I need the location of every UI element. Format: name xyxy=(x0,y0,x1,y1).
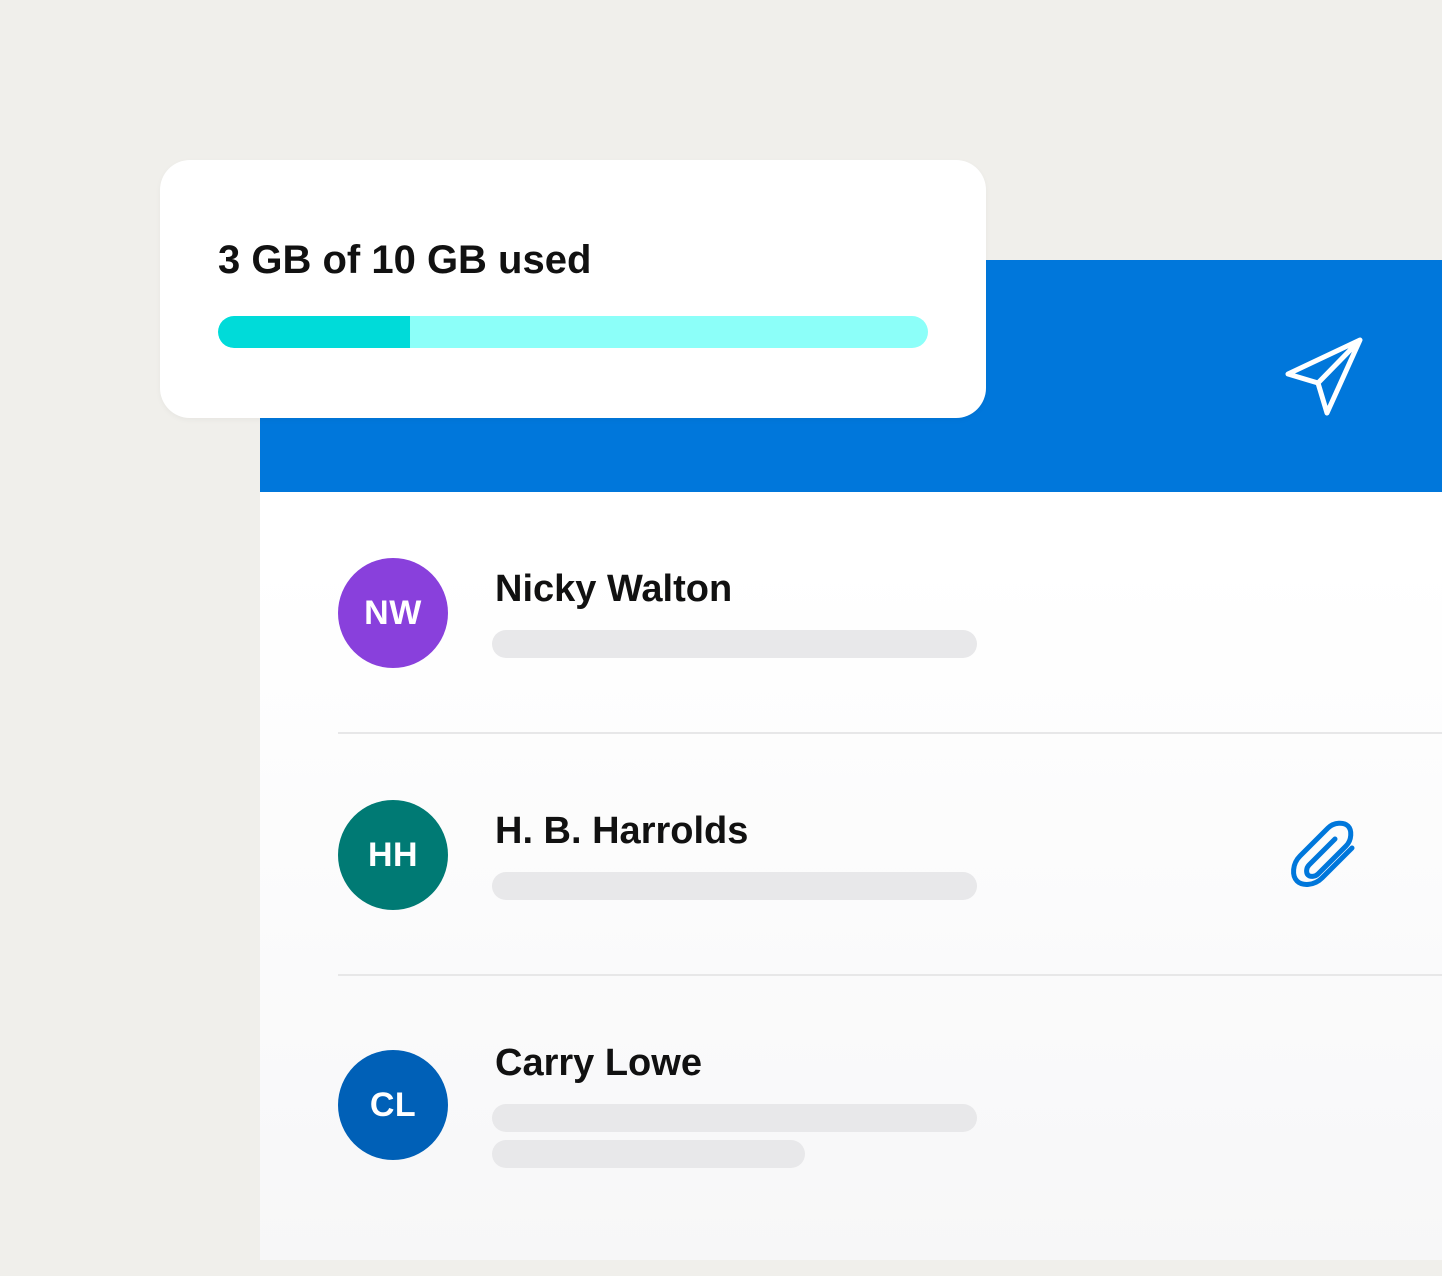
avatar-initials: CL xyxy=(369,1085,417,1124)
preview-line xyxy=(492,1140,805,1168)
message-row[interactable]: CL Carry Lowe xyxy=(260,976,1442,1276)
avatar: HH xyxy=(338,800,448,910)
avatar-initials: NW xyxy=(364,593,422,632)
sender-name: Carry Lowe xyxy=(495,1042,702,1084)
storage-progress-bar xyxy=(218,316,928,348)
message-row[interactable]: HH H. B. Harrolds xyxy=(260,734,1442,976)
attachment-button[interactable] xyxy=(1290,818,1366,898)
sender-name: Nicky Walton xyxy=(495,568,733,610)
storage-progress-fill xyxy=(218,316,410,348)
preview-line xyxy=(492,630,977,658)
avatar: CL xyxy=(338,1050,448,1160)
preview-line xyxy=(492,872,977,900)
send-button[interactable] xyxy=(1284,336,1366,418)
paperclip-icon xyxy=(1291,820,1355,887)
send-icon xyxy=(1285,337,1363,416)
storage-usage-label: 3 GB of 10 GB used xyxy=(218,238,592,282)
avatar: NW xyxy=(338,558,448,668)
avatar-initials: HH xyxy=(367,835,419,874)
sender-name: H. B. Harrolds xyxy=(495,810,749,852)
message-row[interactable]: NW Nicky Walton xyxy=(260,492,1442,734)
message-list: NW Nicky Walton HH H. B. Harrolds CL Car… xyxy=(260,492,1442,1276)
preview-line xyxy=(492,1104,977,1132)
storage-usage-card: 3 GB of 10 GB used xyxy=(160,160,986,418)
